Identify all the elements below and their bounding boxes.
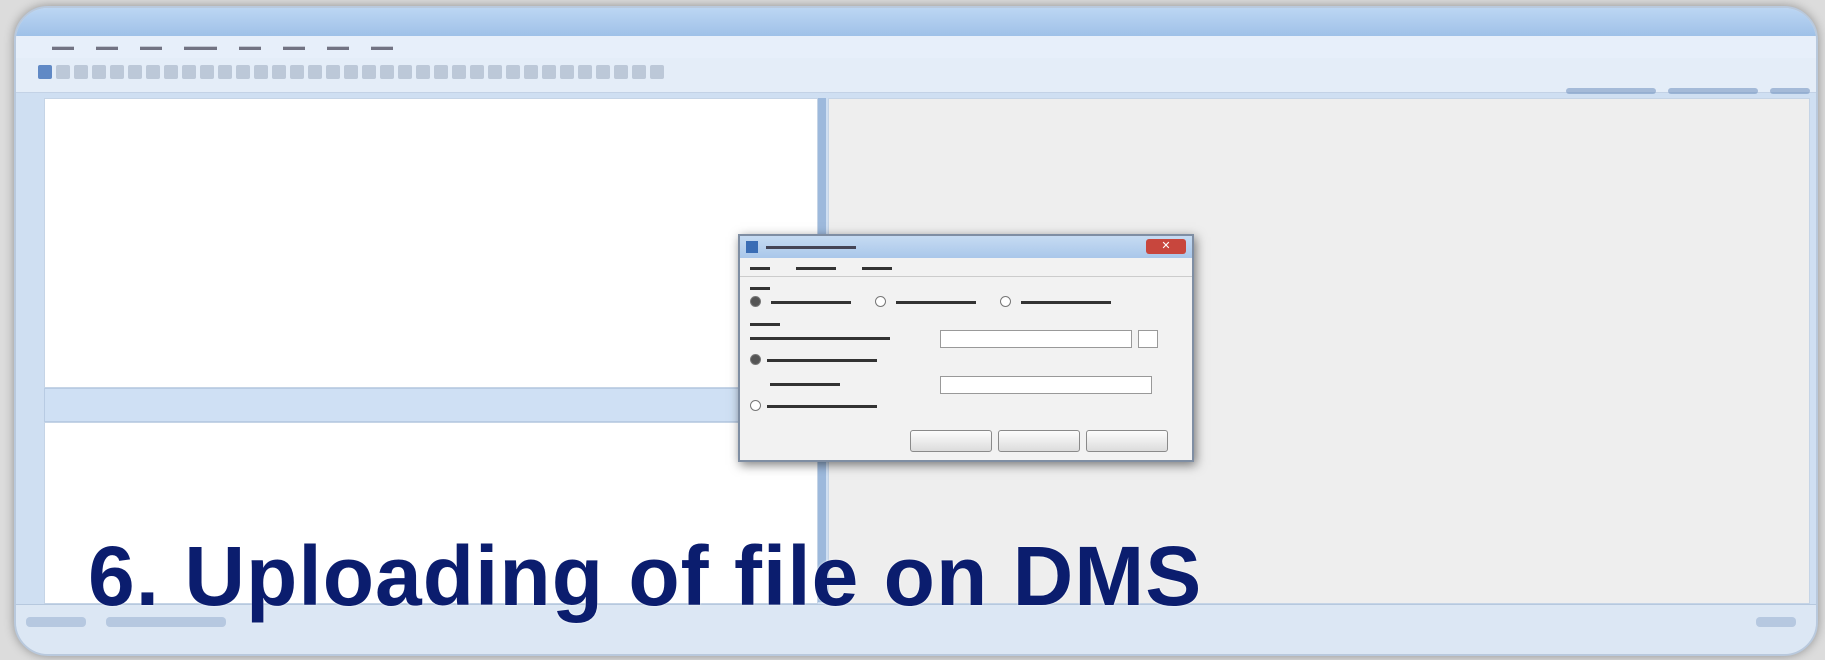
toolbar-icon[interactable]: [74, 65, 88, 79]
toolbar-icon[interactable]: [344, 65, 358, 79]
toolbar-icon[interactable]: [650, 65, 664, 79]
radio-option-1[interactable]: [750, 296, 761, 307]
dialog-menu-item[interactable]: ▬▬▬▬: [796, 262, 836, 273]
toolbar-icon[interactable]: [488, 65, 502, 79]
browse-button[interactable]: [1138, 330, 1158, 348]
dialog-button-3[interactable]: [1086, 430, 1168, 452]
toolbar-icon[interactable]: [380, 65, 394, 79]
toolbar-icon[interactable]: [110, 65, 124, 79]
dropdown-select[interactable]: [940, 376, 1152, 394]
dialog-title-placeholder: ▬▬▬▬▬▬▬▬▬: [766, 241, 856, 252]
pane-header-bar: [44, 388, 818, 422]
window-titlebar: [16, 8, 1816, 36]
toolbar-icon[interactable]: [128, 65, 142, 79]
toolbar-icon[interactable]: [308, 65, 322, 79]
menu-item[interactable]: ▬▬: [239, 41, 261, 53]
dialog-button-1[interactable]: [910, 430, 992, 452]
toolbar-icon[interactable]: [524, 65, 538, 79]
dialog-app-icon: [746, 241, 758, 253]
upload-dialog: ▬▬▬▬▬▬▬▬▬ ✕ ▬▬ ▬▬▬▬ ▬▬▬ ▬▬ ▬▬▬▬▬▬▬▬ ▬▬▬▬…: [738, 234, 1194, 462]
radio-option-3[interactable]: [1000, 296, 1011, 307]
dialog-field-label: ▬▬▬▬▬▬▬▬▬▬▬▬▬▬: [750, 332, 890, 343]
toolbar-icon[interactable]: [470, 65, 484, 79]
toolbar-icon[interactable]: [326, 65, 340, 79]
toolbar-icon[interactable]: [596, 65, 610, 79]
dialog-checkbox-row-2: ▬▬▬▬▬▬▬▬▬▬▬: [750, 400, 877, 411]
status-segment: [1756, 617, 1796, 627]
toolbar-icons: [38, 65, 664, 79]
toolbar-icon[interactable]: [200, 65, 214, 79]
app-icon[interactable]: [38, 65, 52, 79]
toolbar-icon[interactable]: [452, 65, 466, 79]
toolbar: [16, 58, 1816, 94]
folder-icon[interactable]: [56, 65, 70, 79]
toolbar-icon[interactable]: [254, 65, 268, 79]
menu-item[interactable]: ▬▬▬: [184, 41, 217, 53]
option-checkbox-2[interactable]: [750, 400, 761, 411]
file-path-field[interactable]: [940, 330, 1132, 348]
toolbar-links: [1566, 88, 1810, 94]
toolbar-icon[interactable]: [236, 65, 250, 79]
toolbar-icon[interactable]: [146, 65, 160, 79]
dialog-radio-row: ▬▬▬▬▬▬▬▬ ▬▬▬▬▬▬▬▬ ▬▬▬▬▬▬▬▬▬: [750, 296, 1111, 307]
folder-tree-pane[interactable]: [44, 98, 818, 388]
toolbar-icon[interactable]: [218, 65, 232, 79]
menu-item[interactable]: ▬▬: [327, 41, 349, 53]
status-segment: [26, 617, 86, 627]
dialog-select-label: ▬▬▬▬▬▬▬: [770, 378, 840, 389]
toolbar-icon[interactable]: [272, 65, 286, 79]
dialog-menu-item[interactable]: ▬▬: [750, 262, 770, 273]
dialog-checkbox-row: ▬▬▬▬▬▬▬▬▬▬▬: [750, 354, 877, 365]
toolbar-icon[interactable]: [290, 65, 304, 79]
radio-option-2[interactable]: [875, 296, 886, 307]
menu-item[interactable]: ▬▬: [140, 41, 162, 53]
toolbar-icon[interactable]: [182, 65, 196, 79]
dialog-menu: ▬▬ ▬▬▬▬ ▬▬▬: [740, 258, 1192, 277]
dialog-group-label: ▬▬: [750, 282, 770, 293]
menu-item[interactable]: ▬▬: [96, 41, 118, 53]
toolbar-icon[interactable]: [164, 65, 178, 79]
menu-item[interactable]: ▬▬: [283, 41, 305, 53]
toolbar-icon[interactable]: [506, 65, 520, 79]
dialog-button-2[interactable]: [998, 430, 1080, 452]
toolbar-icon[interactable]: [398, 65, 412, 79]
toolbar-icon[interactable]: [578, 65, 592, 79]
toolbar-link[interactable]: [1566, 88, 1656, 94]
toolbar-icon[interactable]: [614, 65, 628, 79]
dialog-titlebar: ▬▬▬▬▬▬▬▬▬ ✕: [740, 236, 1192, 258]
dialog-section-label: ▬▬▬: [750, 318, 780, 329]
menu-item[interactable]: ▬▬: [52, 41, 74, 53]
option-checkbox[interactable]: [750, 354, 761, 365]
dialog-menu-item[interactable]: ▬▬▬: [862, 262, 892, 273]
toolbar-icon[interactable]: [542, 65, 556, 79]
toolbar-link[interactable]: [1668, 88, 1758, 94]
toolbar-icon[interactable]: [362, 65, 376, 79]
close-button[interactable]: ✕: [1146, 239, 1186, 254]
toolbar-icon[interactable]: [92, 65, 106, 79]
menu-bar: ▬▬ ▬▬ ▬▬ ▬▬▬ ▬▬ ▬▬ ▬▬ ▬▬: [16, 36, 1816, 58]
toolbar-icon[interactable]: [434, 65, 448, 79]
toolbar-icon[interactable]: [632, 65, 646, 79]
menu-item[interactable]: ▬▬: [371, 41, 393, 53]
toolbar-icon[interactable]: [416, 65, 430, 79]
toolbar-link[interactable]: [1770, 88, 1810, 94]
toolbar-icon[interactable]: [560, 65, 574, 79]
slide-headline: 6. Uploading of file on DMS: [88, 529, 1203, 623]
